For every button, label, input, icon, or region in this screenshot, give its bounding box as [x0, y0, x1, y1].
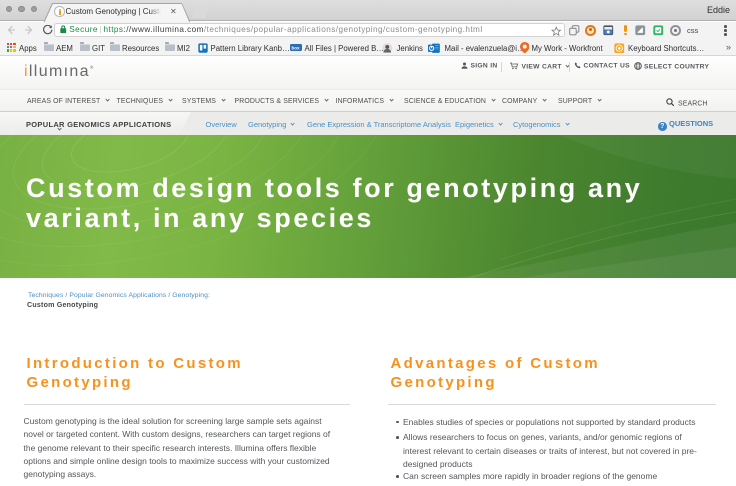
svg-text:box: box — [292, 46, 300, 51]
